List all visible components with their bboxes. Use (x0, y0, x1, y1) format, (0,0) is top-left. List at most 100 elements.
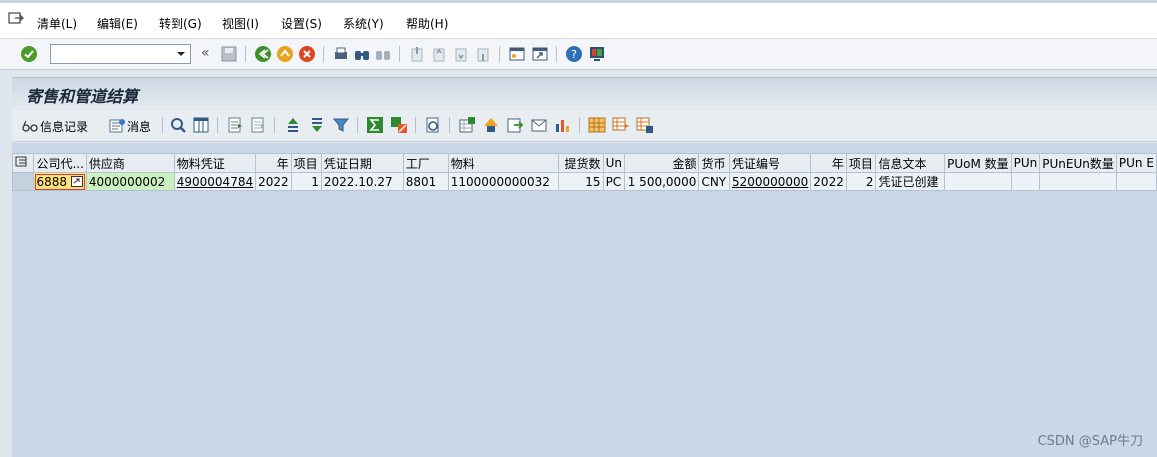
glasses-icon (22, 120, 38, 132)
customize-layout-icon[interactable] (588, 45, 606, 63)
value-help-icon[interactable] (70, 175, 83, 187)
menu-edit[interactable]: 编辑(E) (97, 15, 138, 32)
select-all-icon[interactable] (226, 116, 244, 134)
toolbar-divider (399, 46, 400, 62)
details-icon[interactable] (169, 116, 187, 134)
print-icon[interactable] (332, 45, 350, 63)
table-cell[interactable]: 1 500,0000 (623, 172, 700, 191)
column-header[interactable]: 凭证编号 (728, 153, 812, 173)
table-cell[interactable]: 2022 (810, 172, 847, 191)
save-layout-icon[interactable] (636, 116, 654, 134)
column-header[interactable]: Un (602, 153, 625, 173)
column-header[interactable]: 物料凭证 (173, 153, 257, 173)
column-header[interactable]: PUnEUn数量 (1039, 153, 1117, 173)
column-header[interactable]: PUn E (1115, 153, 1157, 173)
column-header[interactable]: 项目 (845, 153, 877, 173)
shortcut-icon[interactable] (531, 45, 549, 63)
sort-descending-icon[interactable] (308, 116, 326, 134)
message-button[interactable]: 消息 (108, 116, 151, 136)
column-header[interactable]: 金额 (623, 153, 700, 173)
table-row[interactable]: 6888 4000000002 4900004784 2022 1 2022.1… (11, 172, 1157, 191)
table-cell[interactable]: 2022 (255, 172, 292, 191)
sort-ascending-icon[interactable] (284, 116, 302, 134)
send-mail-icon[interactable] (530, 116, 548, 134)
table-cell[interactable]: 1100000000032 (447, 172, 559, 191)
enter-check-icon[interactable] (20, 45, 38, 63)
total-icon[interactable] (366, 116, 384, 134)
table-cell[interactable]: CNY (698, 172, 730, 191)
choose-layout-icon[interactable] (612, 116, 630, 134)
menu-help[interactable]: 帮助(H) (406, 15, 448, 32)
table-cell[interactable]: 15 (557, 172, 604, 191)
menu-list[interactable]: 清单(L) (37, 15, 77, 32)
column-header[interactable]: PUoM 数量 (944, 153, 1012, 173)
change-layout-icon[interactable] (588, 116, 606, 134)
column-header[interactable]: 项目 (290, 153, 322, 173)
row-selector[interactable] (11, 172, 35, 191)
print-preview-icon[interactable] (424, 116, 442, 134)
column-header[interactable]: 凭证日期 (320, 153, 404, 173)
deselect-all-icon[interactable] (249, 116, 267, 134)
command-field[interactable] (50, 44, 191, 64)
table-cell[interactable] (1039, 172, 1117, 191)
column-header[interactable]: PUn (1010, 153, 1041, 173)
collapse-icon[interactable]: « (201, 45, 210, 61)
column-header[interactable]: 供应商 (85, 153, 175, 173)
filter-icon[interactable] (332, 116, 350, 134)
help-icon[interactable]: ? (565, 45, 583, 63)
local-file-icon[interactable] (506, 116, 524, 134)
subtotal-icon[interactable] (390, 116, 408, 134)
menu-goto[interactable]: 转到(G) (159, 15, 202, 32)
last-page-icon[interactable] (474, 45, 492, 63)
column-header[interactable]: 年 (255, 153, 292, 173)
column-header[interactable]: 信息文本 (875, 153, 946, 173)
table-cell[interactable]: PC (602, 172, 625, 191)
system-menu-icon[interactable] (8, 12, 24, 26)
table-cell[interactable] (1115, 172, 1157, 191)
menu-settings[interactable]: 设置(S) (281, 15, 322, 32)
next-page-icon[interactable] (452, 45, 470, 63)
menu-view[interactable]: 视图(I) (222, 15, 259, 32)
table-cell[interactable] (944, 172, 1012, 191)
menu-system[interactable]: 系统(Y) (343, 15, 384, 32)
new-session-icon[interactable] (508, 45, 526, 63)
toolbar-divider (323, 46, 324, 62)
table-cell[interactable]: 2022.10.27 (320, 172, 404, 191)
table-cell[interactable]: 5200000000 (728, 172, 812, 191)
table-cell[interactable]: 4000000002 (85, 172, 175, 191)
table-cell[interactable]: 2 (845, 172, 877, 191)
find-next-icon[interactable] (374, 45, 392, 63)
table-cell[interactable]: 1 (290, 172, 322, 191)
chevron-down-icon[interactable] (174, 46, 188, 62)
select-all-cell[interactable] (11, 153, 35, 173)
word-processing-icon[interactable] (482, 116, 500, 134)
previous-page-icon[interactable] (430, 45, 448, 63)
column-header[interactable]: 提货数 (557, 153, 604, 173)
column-header[interactable]: 物料 (447, 153, 559, 173)
exit-icon[interactable] (276, 45, 294, 63)
alv-grid-area: 公司代... 供应商 物料凭证 年 项目 凭证日期 工厂 物料 提货数 Un 金… (11, 143, 1157, 457)
column-header[interactable]: 工厂 (402, 153, 449, 173)
table-cell[interactable]: 凭证已创建 (875, 172, 946, 191)
table-cell[interactable] (1010, 172, 1041, 191)
column-header[interactable]: 年 (810, 153, 847, 173)
save-icon[interactable] (220, 45, 238, 63)
document-number-link[interactable]: 5200000000 (732, 175, 808, 189)
watermark: CSDN @SAP牛刀 (1037, 434, 1143, 449)
column-header[interactable]: 公司代... (33, 153, 87, 173)
export-spreadsheet-icon[interactable] (458, 116, 476, 134)
standard-toolbar: « ? (0, 38, 1157, 70)
table-cell[interactable]: 8801 (402, 172, 449, 191)
cancel-icon[interactable] (298, 45, 316, 63)
material-document-link[interactable]: 4900004784 (177, 175, 253, 189)
table-cell[interactable]: 6888 (33, 172, 87, 191)
find-icon[interactable] (353, 45, 371, 63)
toolbar-divider (274, 117, 275, 133)
table-cell[interactable]: 4900004784 (173, 172, 257, 191)
column-layout-icon[interactable] (192, 116, 210, 134)
info-record-button[interactable]: 信息记录 (22, 116, 88, 136)
column-header[interactable]: 货币 (698, 153, 730, 173)
graphic-chart-icon[interactable] (554, 116, 572, 134)
first-page-icon[interactable] (408, 45, 426, 63)
back-icon[interactable] (254, 45, 272, 63)
